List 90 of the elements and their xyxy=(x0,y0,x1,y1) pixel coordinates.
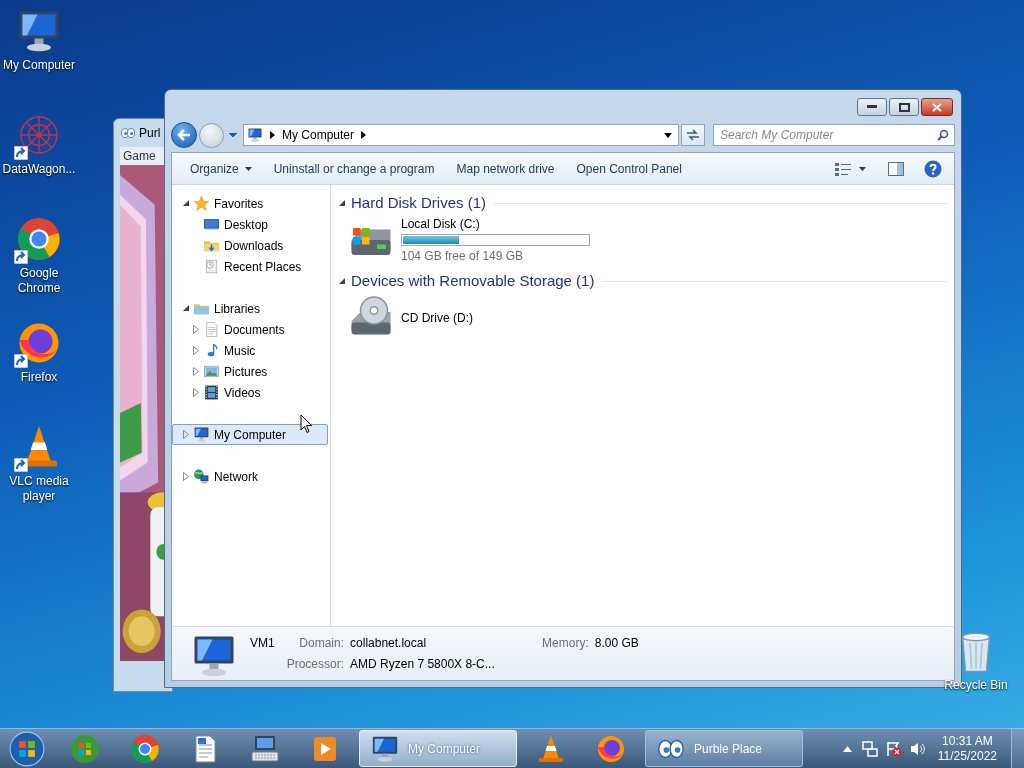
breadcrumb[interactable]: My Computer xyxy=(282,126,355,144)
computer-icon xyxy=(247,127,263,143)
nav-item[interactable]: Desktop xyxy=(172,214,328,235)
toolbar-button[interactable]: Open Control Panel xyxy=(568,156,690,181)
group-heading[interactable]: Devices with Removable Storage (1) xyxy=(351,269,595,293)
flag-icon[interactable] xyxy=(885,740,902,757)
caret-icon xyxy=(859,166,866,171)
view-list-icon xyxy=(835,161,851,176)
expand-arrow-icon[interactable] xyxy=(193,388,199,397)
nav-item[interactable]: Videos xyxy=(172,382,328,403)
desktop-shortcut[interactable]: Firefox xyxy=(0,318,78,422)
globe-computer-icon xyxy=(193,468,210,485)
shortcut-arrow-icon xyxy=(14,250,28,264)
clock-icon xyxy=(203,258,220,275)
nav-item[interactable]: Libraries xyxy=(172,298,328,319)
breadcrumb-arrow-icon[interactable] xyxy=(361,131,367,139)
close-icon xyxy=(932,102,942,112)
drive-item[interactable]: CD Drive (D:) xyxy=(339,294,948,342)
drive-item[interactable]: Local Disk (C:) 104 GB free of 149 GB xyxy=(339,216,948,264)
star-icon xyxy=(193,195,210,212)
windows-logo-icon xyxy=(9,730,45,767)
clock[interactable]: 10:31 AM 11/25/2022 xyxy=(937,733,997,764)
chrome-icon xyxy=(129,732,161,765)
detail-value: AMD Ryzen 7 5800X 8-C... xyxy=(350,656,496,673)
history-dropdown-icon[interactable] xyxy=(228,132,238,138)
minimize-button[interactable] xyxy=(857,98,887,116)
refresh-icon xyxy=(686,129,700,141)
window-title: Purl xyxy=(139,125,161,142)
nav-item[interactable]: My Computer xyxy=(172,424,328,445)
expand-arrow-icon[interactable] xyxy=(193,325,199,334)
help-icon xyxy=(924,159,942,178)
maximize-button[interactable] xyxy=(889,98,919,116)
dropdown-arrow-icon[interactable] xyxy=(664,132,672,138)
group-heading[interactable]: Hard Disk Drives (1) xyxy=(351,191,486,215)
nav-item[interactable]: Recent Places xyxy=(172,256,328,277)
collapse-arrow-icon[interactable] xyxy=(183,305,190,312)
desktop-shortcut[interactable]: VLC media player xyxy=(0,422,78,526)
chrome-icon xyxy=(15,215,63,263)
collapse-arrow-icon[interactable] xyxy=(183,200,190,207)
nav-item[interactable]: Downloads xyxy=(172,235,328,256)
shortcut-arrow-icon xyxy=(14,458,28,472)
expand-arrow-icon[interactable] xyxy=(183,430,189,439)
toolbar-button[interactable]: Organize xyxy=(182,156,260,181)
landscape-icon xyxy=(203,363,220,380)
detail-label: Domain: xyxy=(298,635,345,652)
minimize-icon xyxy=(867,105,877,109)
toolbar-button[interactable]: Uninstall or change a program xyxy=(265,156,443,181)
windows-logo-icon xyxy=(69,732,101,765)
search-icon xyxy=(937,129,949,141)
expand-arrow-icon[interactable] xyxy=(183,472,189,481)
refresh-button[interactable] xyxy=(681,124,705,146)
address-bar[interactable]: My Computer xyxy=(243,124,679,146)
detail-label: Processor: xyxy=(286,656,345,673)
eyes-icon xyxy=(120,125,136,141)
desktop-shortcut[interactable]: Google Chrome xyxy=(0,214,78,318)
nav-item[interactable]: Favorites xyxy=(172,193,328,214)
computer-icon xyxy=(193,426,210,443)
document-icon xyxy=(203,321,220,338)
film-icon xyxy=(203,384,220,401)
nav-item[interactable]: Network xyxy=(172,466,328,487)
collapse-arrow-icon[interactable] xyxy=(339,277,346,285)
expand-arrow-icon[interactable] xyxy=(193,346,199,355)
pane-icon xyxy=(888,161,904,176)
desktop-shortcut[interactable]: DataWagon... xyxy=(0,110,78,214)
nav-item[interactable]: Documents xyxy=(172,319,328,340)
show-hidden-icons-icon[interactable] xyxy=(842,745,852,752)
restore-icon xyxy=(898,102,910,112)
shortcut-arrow-icon xyxy=(14,146,28,160)
nav-item[interactable]: Music xyxy=(172,340,328,361)
search-field[interactable]: Search My Computer xyxy=(713,124,955,146)
monitor-icon xyxy=(203,216,220,233)
show-desktop-button[interactable] xyxy=(1011,728,1024,768)
nav-item[interactable]: Pictures xyxy=(172,361,328,382)
detail-label: Memory: xyxy=(542,635,589,652)
computer-name: VM1 xyxy=(250,635,275,652)
back-arrow-icon xyxy=(177,129,191,141)
speaker-icon[interactable] xyxy=(909,740,926,757)
collapse-arrow-icon[interactable] xyxy=(339,199,346,207)
expand-arrow-icon[interactable] xyxy=(193,367,199,376)
caret-icon xyxy=(244,166,252,171)
toolbar-button[interactable]: Map network drive xyxy=(448,156,563,181)
network-icon[interactable] xyxy=(861,740,878,757)
back-button[interactable] xyxy=(171,122,197,148)
breadcrumb-arrow-icon[interactable] xyxy=(270,131,275,139)
close-button[interactable] xyxy=(921,98,953,116)
mouse-cursor-icon xyxy=(300,414,313,434)
detail-value: collabnet.local xyxy=(350,635,428,652)
desktop-shortcut[interactable]: My Computer xyxy=(0,6,78,110)
shortcut-arrow-icon xyxy=(14,354,28,368)
detail-value: 8.00 GB xyxy=(594,635,639,652)
